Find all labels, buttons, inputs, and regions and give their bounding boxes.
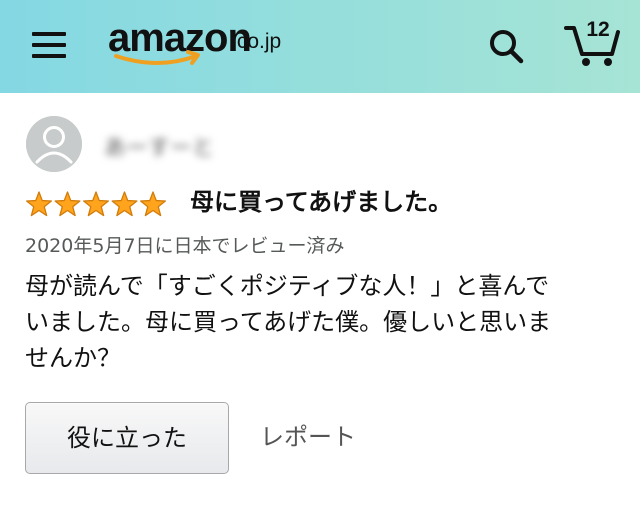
- star-icon: [139, 191, 167, 217]
- logo-domain: .co.jp: [231, 30, 282, 53]
- amazon-logo[interactable]: amazon .co.jp: [108, 14, 308, 74]
- hamburger-menu-icon: [32, 32, 66, 36]
- report-link[interactable]: レポート: [260, 420, 356, 454]
- review-date-location: 2020年5月7日に日本でレビュー済み: [25, 235, 345, 257]
- reviewer-avatar[interactable]: [26, 116, 82, 172]
- review-body: 母が読んで「すごくポジティブな人！」と喜んで いました。母に買ってあげた僕。優し…: [25, 268, 625, 376]
- menu-button[interactable]: [30, 26, 70, 60]
- review-body-line: せんか？: [25, 344, 121, 372]
- star-icon: [111, 191, 138, 217]
- star-rating-icons: [25, 191, 167, 217]
- reviewer-name-text: あーすーと: [104, 136, 215, 161]
- star-icon: [54, 191, 81, 217]
- star-rating[interactable]: [25, 190, 167, 218]
- smile-arrow-icon: [114, 50, 200, 65]
- star-icon: [82, 191, 110, 217]
- search-button[interactable]: [486, 26, 528, 68]
- star-icon: [25, 191, 53, 217]
- review-body-line: いました。母に買ってあげた僕。優しいと思いま: [25, 308, 552, 336]
- cart-count-badge: 12: [586, 18, 610, 41]
- search-icon: [490, 30, 524, 64]
- top-navigation-bar: amazon .co.jp 12: [0, 0, 640, 93]
- review-title[interactable]: 母に買ってあげました。: [190, 186, 452, 218]
- default-user-icon: [26, 116, 82, 172]
- reviewer-name[interactable]: あーすーと: [98, 126, 226, 164]
- review-body-line: 母が読んで「すごくポジティブな人！」と喜んで: [25, 272, 550, 300]
- cart-button[interactable]: 12: [562, 14, 624, 70]
- helpful-button[interactable]: 役に立った: [25, 402, 229, 474]
